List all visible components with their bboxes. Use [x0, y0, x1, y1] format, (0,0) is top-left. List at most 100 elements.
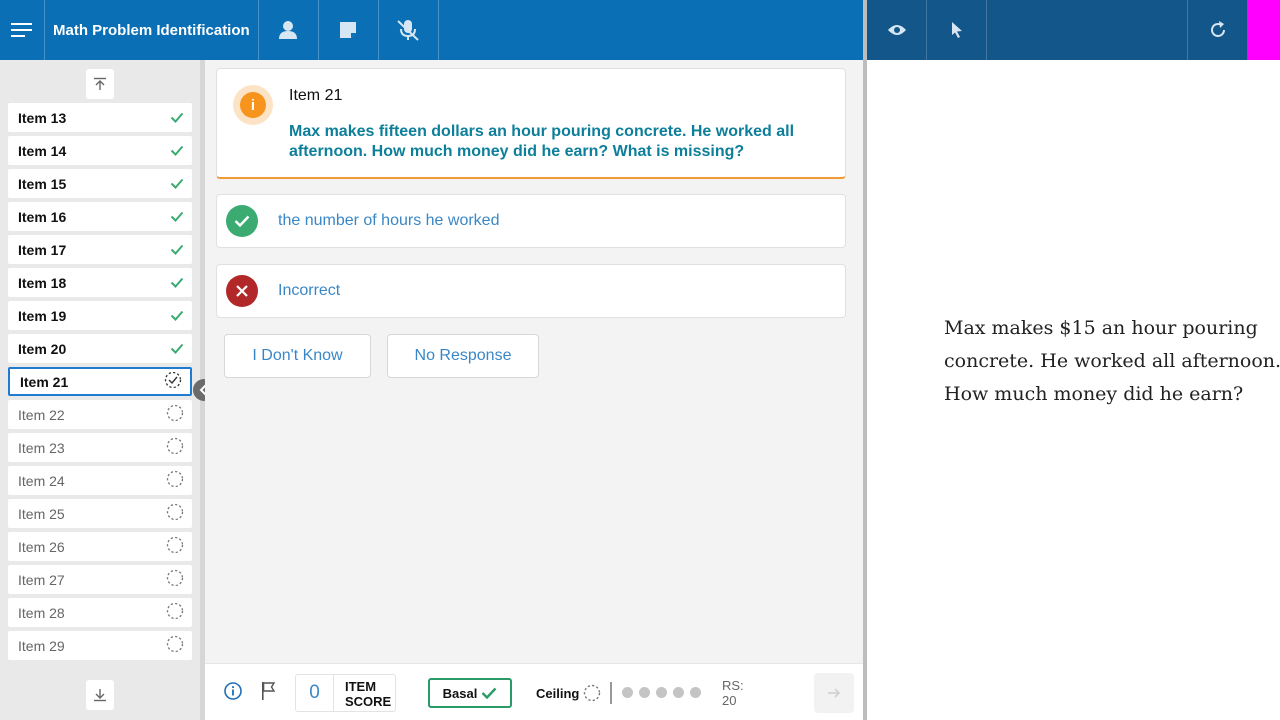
top-toolbar: Math Problem Identification	[0, 0, 863, 60]
arrow-right-icon	[828, 688, 841, 698]
pending-circle-icon	[166, 404, 184, 425]
in-progress-icon	[164, 371, 182, 392]
stimulus-line: Max makes $15 an hour pouring	[944, 317, 1258, 339]
item-score-value: 0	[296, 675, 334, 711]
note-icon	[340, 22, 357, 38]
examinee-button[interactable]	[259, 0, 319, 60]
check-icon	[170, 110, 184, 126]
pending-circle-icon	[166, 602, 184, 623]
scroll-to-top-button[interactable]	[86, 69, 114, 99]
correct-answer-option[interactable]: the number of hours he worked	[216, 194, 846, 248]
status-marker	[1247, 0, 1280, 60]
item-list[interactable]: Item 13 Item 14 Item 15 Item 16 Item 17 Item …	[8, 103, 192, 675]
sidebar-item[interactable]: Item 16	[8, 202, 192, 231]
sidebar-item-label: Item 22	[18, 406, 65, 423]
notes-button[interactable]	[319, 0, 379, 60]
sidebar-item[interactable]: Item 21	[8, 367, 192, 396]
progress-dot	[622, 687, 633, 698]
no-response-button[interactable]: No Response	[387, 334, 539, 378]
sidebar-item[interactable]: Item 29	[8, 631, 192, 660]
sidebar-item-label: Item 14	[18, 142, 67, 159]
sidebar-item[interactable]: Item 23	[8, 433, 192, 462]
sidebar-item[interactable]: Item 13	[8, 103, 192, 132]
refresh-button[interactable]	[1187, 0, 1247, 60]
sidebar-item[interactable]: Item 25	[8, 499, 192, 528]
info-circle-icon	[224, 682, 242, 700]
mic-off-icon	[397, 20, 419, 41]
pending-circle-icon	[584, 684, 601, 702]
pointer-button[interactable]	[927, 0, 987, 60]
ceiling-indicator: Ceiling	[536, 684, 601, 702]
sidebar-item-label: Item 17	[18, 241, 67, 258]
sidebar-item[interactable]: Item 19	[8, 301, 192, 330]
info-button[interactable]	[224, 682, 242, 705]
raw-score-value: 20	[722, 693, 737, 708]
pointer-icon	[951, 22, 962, 38]
item-sidebar: Item 13 Item 14 Item 15 Item 16 Item 17 Item …	[0, 60, 200, 720]
progress-dot	[690, 687, 701, 698]
check-icon	[170, 209, 184, 225]
next-item-button[interactable]	[814, 673, 854, 713]
sidebar-item-label: Item 13	[18, 109, 67, 126]
flag-button[interactable]	[260, 681, 276, 706]
sidebar-item[interactable]: Item 14	[8, 136, 192, 165]
person-icon	[279, 21, 298, 39]
refresh-icon	[1210, 21, 1225, 37]
basal-badge: Basal	[428, 678, 512, 708]
sidebar-item-label: Item 21	[20, 373, 69, 390]
progress-dot	[639, 687, 650, 698]
sidebar-item-label: Item 15	[18, 175, 67, 192]
microphone-button[interactable]	[379, 0, 439, 60]
menu-button[interactable]	[0, 0, 44, 60]
item-score-label-2: SCORE	[345, 694, 392, 709]
check-icon	[170, 242, 184, 258]
scroll-to-bottom-button[interactable]	[86, 680, 114, 710]
question-text: Max makes fifteen dollars an hour pourin…	[289, 123, 795, 160]
sidebar-item[interactable]: Item 28	[8, 598, 192, 627]
sidebar-item[interactable]: Item 26	[8, 532, 192, 561]
stimulus-line: concrete. He worked all afternoon.	[944, 350, 1280, 372]
incorrect-answer-option[interactable]: Incorrect	[216, 264, 846, 318]
sidebar-item-label: Item 25	[18, 505, 65, 522]
question-card: i Item 21 Max makes fifteen dollars an h…	[216, 68, 846, 179]
panel-divider[interactable]	[863, 0, 867, 720]
preview-button[interactable]	[867, 0, 927, 60]
sidebar-item-label: Item 20	[18, 340, 67, 357]
ceiling-progress-dots	[622, 687, 701, 698]
check-icon	[170, 341, 184, 357]
progress-dot	[656, 687, 667, 698]
check-icon	[170, 176, 184, 192]
sidebar-item-label: Item 24	[18, 472, 65, 489]
sidebar-item-label: Item 27	[18, 571, 65, 588]
question-title: Item 21	[289, 87, 343, 104]
sidebar-item[interactable]: Item 20	[8, 334, 192, 363]
item-score-label-1: ITEM	[345, 679, 377, 694]
item-score-box: 0 ITEM SCORE	[295, 674, 396, 712]
correct-answer-text: the number of hours he worked	[278, 212, 500, 229]
sidebar-item-label: Item 19	[18, 307, 67, 324]
dont-know-button[interactable]: I Don't Know	[224, 334, 371, 378]
sidebar-item[interactable]: Item 22	[8, 400, 192, 429]
sidebar-item[interactable]: Item 15	[8, 169, 192, 198]
pending-circle-icon	[166, 470, 184, 491]
arrow-up-to-line-icon	[94, 77, 106, 90]
sidebar-item-label: Item 16	[18, 208, 67, 225]
app-title: Math Problem Identification	[44, 0, 259, 60]
stimulus-line: How much money did he earn?	[944, 383, 1244, 405]
sidebar-item-label: Item 18	[18, 274, 67, 291]
sidebar-item[interactable]: Item 24	[8, 466, 192, 495]
check-icon	[170, 275, 184, 291]
info-icon: i	[240, 92, 266, 118]
check-icon	[170, 308, 184, 324]
stimulus-text: Max makes $15 an hour pouring concrete. …	[944, 312, 1280, 411]
sidebar-item[interactable]: Item 18	[8, 268, 192, 297]
sidebar-item-label: Item 29	[18, 637, 65, 654]
scoring-footer: 0 ITEM SCORE Basal Ceiling RS: 20	[205, 663, 863, 720]
raw-score: RS: 20	[722, 678, 744, 708]
check-icon	[170, 143, 184, 159]
sidebar-item[interactable]: Item 27	[8, 565, 192, 594]
sidebar-item[interactable]: Item 17	[8, 235, 192, 264]
stimulus-toolbar	[867, 0, 1280, 60]
sidebar-item-label: Item 23	[18, 439, 65, 456]
pending-circle-icon	[166, 536, 184, 557]
